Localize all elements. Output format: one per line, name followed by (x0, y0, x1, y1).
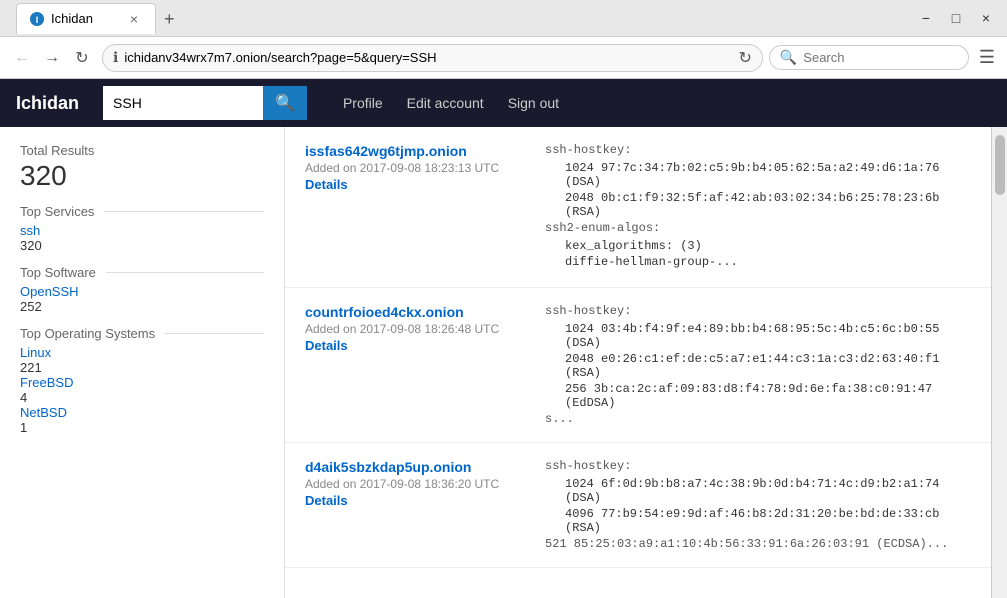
browser-tab[interactable]: I Ichidan × (16, 3, 156, 34)
app-search-button[interactable]: 🔍 (263, 86, 307, 120)
tab-favicon: I (29, 11, 45, 27)
browser-search-wrap: 🔍 (769, 45, 969, 70)
result-domain-3[interactable]: d4aik5sbzkdap5up.onion (305, 459, 525, 475)
refresh-button[interactable]: ↻ (68, 44, 96, 72)
svg-text:I: I (36, 15, 39, 25)
scrollbar[interactable] (991, 127, 1007, 598)
tab-close-button[interactable]: × (125, 10, 143, 28)
result-added-2: Added on 2017-09-08 18:26:48 UTC (305, 322, 525, 336)
result-domain-2[interactable]: countrfoioed4ckx.onion (305, 304, 525, 320)
info-icon: ℹ (113, 49, 118, 66)
result-section-label-2-0: ssh-hostkey: (545, 304, 971, 318)
sidebar-os-freebsd-label[interactable]: FreeBSD (20, 375, 264, 390)
sidebar-os-netbsd-count: 1 (20, 420, 264, 435)
tab-title: Ichidan (51, 11, 93, 26)
app-search-box: 🔍 (103, 86, 307, 120)
result-left-3: d4aik5sbzkdap5up.onion Added on 2017-09-… (305, 459, 525, 551)
sidebar-software-item: OpenSSH 252 (20, 284, 264, 314)
total-results-value: 320 (20, 160, 264, 192)
result-left-2: countrfoioed4ckx.onion Added on 2017-09-… (305, 304, 525, 426)
sidebar-os-freebsd: FreeBSD 4 (20, 375, 264, 405)
result-line-3-1: 1024 6f:0d:9b:b8:a7:4c:38:9b:0d:b4:71:4c… (565, 477, 971, 505)
tab-bar: I Ichidan × + (8, 3, 191, 34)
nav-link-profile[interactable]: Profile (331, 79, 395, 127)
address-bar: ← → ↻ ℹ ↻ 🔍 ☰ (0, 36, 1007, 78)
result-left-1: issfas642wg6tjmp.onion Added on 2017-09-… (305, 143, 525, 271)
sidebar-section-top-os: Top Operating Systems (20, 326, 264, 341)
title-bar-left: I Ichidan × + (8, 3, 913, 34)
sidebar-os-netbsd: NetBSD 1 (20, 405, 264, 435)
sidebar-service-item: ssh 320 (20, 223, 264, 253)
sidebar-section-top-software: Top Software (20, 265, 264, 280)
maximize-button[interactable]: □ (943, 5, 969, 31)
result-item: issfas642wg6tjmp.onion Added on 2017-09-… (285, 127, 991, 288)
result-item: countrfoioed4ckx.onion Added on 2017-09-… (285, 288, 991, 443)
sidebar: Total Results 320 Top Services ssh 320 T… (0, 127, 285, 598)
result-line-1-1: 1024 97:7c:34:7b:02:c5:9b:b4:05:62:5a:a2… (565, 161, 971, 189)
back-button[interactable]: ← (8, 44, 36, 72)
app-navbar: Ichidan 🔍 Profile Edit account Sign out (0, 79, 1007, 127)
nav-buttons: ← → ↻ (8, 44, 96, 72)
result-section-label-1-0: ssh-hostkey: (545, 143, 971, 157)
result-truncated-3: 521 85:25:03:a9:a1:10:4b:56:33:91:6a:26:… (545, 537, 971, 551)
result-line-1-2: 2048 0b:c1:f9:32:5f:af:42:ab:03:02:34:b6… (565, 191, 971, 219)
result-right-1: ssh-hostkey: 1024 97:7c:34:7b:02:c5:9b:b… (545, 143, 971, 271)
result-details-1[interactable]: Details (305, 177, 525, 192)
title-bar: I Ichidan × + − □ × (0, 0, 1007, 36)
sidebar-os-netbsd-label[interactable]: NetBSD (20, 405, 264, 420)
window-controls: − □ × (913, 5, 999, 31)
result-details-3[interactable]: Details (305, 493, 525, 508)
sidebar-os-linux: Linux 221 (20, 345, 264, 375)
result-domain-1[interactable]: issfas642wg6tjmp.onion (305, 143, 525, 159)
new-tab-button[interactable]: + (156, 5, 183, 34)
browser-menu-button[interactable]: ☰ (975, 43, 999, 72)
app-logo: Ichidan (16, 93, 79, 114)
scroll-thumb[interactable] (995, 135, 1005, 195)
forward-button[interactable]: → (38, 44, 66, 72)
result-line-3-2: 4096 77:b9:54:e9:9d:af:46:b8:2d:31:20:be… (565, 507, 971, 535)
reload-icon[interactable]: ↻ (738, 48, 751, 68)
close-button[interactable]: × (973, 5, 999, 31)
result-item: d4aik5sbzkdap5up.onion Added on 2017-09-… (285, 443, 991, 568)
minimize-button[interactable]: − (913, 5, 939, 31)
sidebar-service-ssh-label[interactable]: ssh (20, 223, 264, 238)
window-chrome: I Ichidan × + − □ × ← → ↻ ℹ ↻ (0, 0, 1007, 79)
result-details-2[interactable]: Details (305, 338, 525, 353)
address-input-wrap: ℹ ↻ (102, 44, 763, 72)
result-right-2: ssh-hostkey: 1024 03:4b:f4:9f:e4:89:bb:b… (545, 304, 971, 426)
sidebar-os-linux-count: 221 (20, 360, 264, 375)
browser-search-icon: 🔍 (780, 49, 797, 66)
sidebar-section-top-services: Top Services (20, 204, 264, 219)
nav-link-edit-account[interactable]: Edit account (395, 79, 496, 127)
result-section-label-3-0: ssh-hostkey: (545, 459, 971, 473)
sidebar-service-ssh-count: 320 (20, 238, 264, 253)
sidebar-software-openssh-count: 252 (20, 299, 264, 314)
address-input[interactable] (124, 50, 732, 65)
result-line-1-4: kex_algorithms: (3) (565, 239, 971, 253)
search-icon: 🔍 (275, 95, 295, 112)
result-line-2-1: 1024 03:4b:f4:9f:e4:89:bb:b4:68:95:5c:4b… (565, 322, 971, 350)
sidebar-software-openssh-label[interactable]: OpenSSH (20, 284, 264, 299)
nav-links: Profile Edit account Sign out (331, 79, 571, 127)
app-search-input[interactable] (103, 86, 263, 120)
result-line-1-5: diffie-hellman-group-... (565, 255, 971, 269)
result-section-label-1-3: ssh2-enum-algos: (545, 221, 971, 235)
result-added-1: Added on 2017-09-08 18:23:13 UTC (305, 161, 525, 175)
browser-search-input[interactable] (803, 50, 979, 65)
result-truncated-2: s... (545, 412, 971, 426)
results-pane: issfas642wg6tjmp.onion Added on 2017-09-… (285, 127, 991, 598)
sidebar-os-linux-label[interactable]: Linux (20, 345, 264, 360)
sidebar-os-freebsd-count: 4 (20, 390, 264, 405)
total-results-label: Total Results (20, 143, 264, 158)
result-right-3: ssh-hostkey: 1024 6f:0d:9b:b8:a7:4c:38:9… (545, 459, 971, 551)
nav-link-sign-out[interactable]: Sign out (496, 79, 571, 127)
result-line-2-2: 2048 e0:26:c1:ef:de:c5:a7:e1:44:c3:1a:c3… (565, 352, 971, 380)
result-line-2-3: 256 3b:ca:2c:af:09:83:d8:f4:78:9d:6e:fa:… (565, 382, 971, 410)
main-content: Total Results 320 Top Services ssh 320 T… (0, 127, 1007, 598)
result-added-3: Added on 2017-09-08 18:36:20 UTC (305, 477, 525, 491)
